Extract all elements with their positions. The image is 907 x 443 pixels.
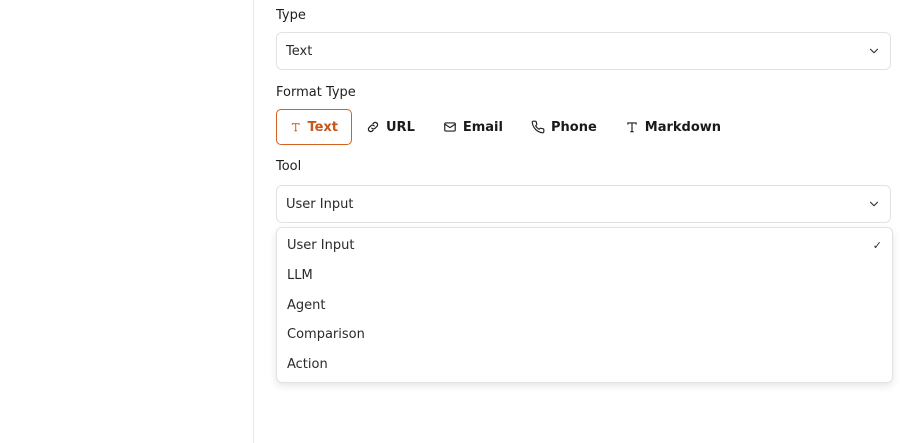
format-option-label: Text (307, 119, 338, 135)
type-select[interactable]: Text (276, 32, 891, 70)
tool-dropdown-menu: User Input ✓ LLM Agent Comparison Action (276, 227, 893, 383)
format-option-label: Email (462, 119, 503, 135)
type-label: Type (276, 8, 306, 23)
format-option-phone[interactable]: Phone (517, 109, 611, 145)
format-type-group: Text URL Email Phone Markdown (276, 109, 735, 145)
properties-panel: Type Text Format Type Text URL Email Pho… (254, 0, 907, 443)
tool-option-label: LLM (287, 268, 313, 284)
tool-option-agent[interactable]: Agent (277, 290, 892, 320)
tool-select-value: User Input (286, 196, 354, 212)
link-icon (367, 121, 379, 133)
tool-option-label: Agent (287, 297, 326, 313)
tool-option-user-input[interactable]: User Input ✓ (277, 231, 892, 261)
tool-option-label: Action (287, 357, 328, 373)
format-option-url[interactable]: URL (352, 109, 429, 145)
check-icon: ✓ (872, 239, 882, 253)
format-type-label: Format Type (276, 85, 356, 100)
format-option-label: URL (386, 119, 415, 135)
mail-icon (444, 122, 456, 132)
tool-option-label: Comparison (287, 327, 365, 343)
text-icon (627, 122, 637, 133)
tool-option-comparison[interactable]: Comparison (277, 320, 892, 350)
format-option-text[interactable]: Text (276, 109, 352, 145)
chevron-down-icon (869, 48, 879, 54)
tool-label: Tool (276, 159, 302, 174)
tool-option-action[interactable]: Action (277, 350, 892, 380)
chevron-down-icon (869, 201, 879, 207)
text-icon (291, 123, 300, 132)
type-select-value: Text (286, 43, 313, 59)
left-pane (0, 0, 254, 443)
tool-select[interactable]: User Input (276, 185, 891, 223)
format-option-email[interactable]: Email (429, 109, 517, 145)
format-option-markdown[interactable]: Markdown (611, 109, 735, 145)
tool-option-llm[interactable]: LLM (277, 261, 892, 291)
phone-icon (531, 120, 545, 134)
tool-option-label: User Input (287, 238, 355, 254)
format-option-label: Phone (550, 119, 597, 135)
format-option-label: Markdown (644, 119, 722, 135)
